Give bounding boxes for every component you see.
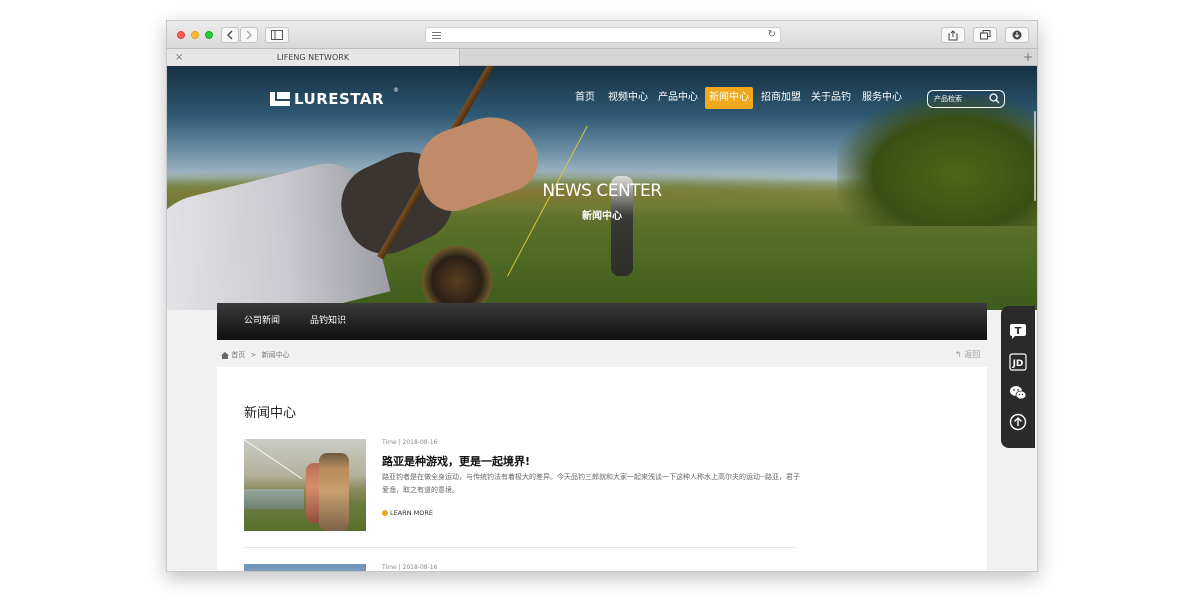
hero-banner: LURESTAR ® 首页 视频中心 产品中心 新闻中心 招商加盟 关于品钓 服…	[167, 66, 1037, 310]
share-button[interactable]	[941, 27, 965, 43]
web-page: LURESTAR ® 首页 视频中心 产品中心 新闻中心 招商加盟 关于品钓 服…	[167, 66, 1037, 571]
search-icon[interactable]	[989, 93, 1000, 104]
browser-tab[interactable]: × LIFENG NETWORK	[167, 49, 460, 66]
news-item: Time | 2018-08-16	[244, 564, 795, 571]
news-divider	[244, 547, 795, 548]
nav-item-news[interactable]: 新闻中心	[705, 87, 753, 109]
tabs-overview-button[interactable]	[973, 27, 997, 43]
news-content: 新闻中心 Time | 2018-08-16 路亚是种游戏，更是一起境界! 路亚…	[217, 367, 987, 571]
hero-title: NEWS CENTER	[542, 181, 662, 201]
breadcrumb-separator: >	[250, 351, 257, 359]
tab-title: LIFENG NETWORK	[276, 53, 350, 62]
address-bar[interactable]: ↻	[425, 27, 781, 43]
hero-reel	[422, 246, 492, 310]
close-window-button[interactable]	[177, 31, 185, 39]
product-search[interactable]: 产品检索	[927, 90, 1005, 108]
search-input[interactable]: 产品检索	[934, 91, 962, 107]
sidebar-toggle-button[interactable]	[265, 27, 289, 43]
browser-toolbar: ↻	[167, 21, 1037, 49]
page-title: 新闻中心	[244, 406, 297, 421]
tmall-icon[interactable]: T	[1009, 322, 1027, 340]
home-icon[interactable]	[221, 351, 229, 359]
hero-subtitle: 新闻中心	[582, 211, 622, 222]
back-arrow-icon: ↰	[955, 350, 962, 359]
jd-icon[interactable]: JD	[1009, 353, 1027, 371]
learn-more-link[interactable]: LEARN MORE	[382, 509, 433, 517]
news-thumbnail[interactable]	[244, 564, 366, 571]
reader-icon[interactable]	[432, 32, 441, 39]
nav-item-franchise[interactable]: 招商加盟	[760, 87, 802, 109]
news-title[interactable]: 路亚是种游戏，更是一起境界!	[382, 453, 530, 469]
download-icon	[1012, 30, 1022, 40]
back-link[interactable]: ↰ 返回	[955, 350, 980, 360]
category-subnav: 公司新闻 品钓知识	[217, 303, 987, 340]
minimize-window-button[interactable]	[191, 31, 199, 39]
back-to-top-icon[interactable]	[1009, 413, 1027, 431]
logo-text: LURESTAR	[294, 90, 385, 108]
back-button[interactable]	[221, 27, 239, 43]
learn-more-label: LEARN MORE	[390, 509, 433, 517]
forward-button[interactable]	[240, 27, 258, 43]
sidebar-icon	[271, 30, 283, 40]
chevron-right-icon	[246, 30, 252, 40]
reload-icon[interactable]: ↻	[768, 29, 776, 40]
tab-bar: × LIFENG NETWORK +	[167, 49, 1037, 66]
nav-item-products[interactable]: 产品中心	[657, 87, 699, 109]
breadcrumb-home[interactable]: 首页	[231, 351, 245, 359]
news-thumbnail[interactable]	[244, 439, 366, 531]
nav-item-about[interactable]: 关于品钓	[810, 87, 852, 109]
nav-item-video[interactable]: 视频中心	[607, 87, 649, 109]
subnav-item-company-news[interactable]: 公司新闻	[244, 303, 280, 340]
logo-mark-icon	[270, 92, 290, 106]
back-label: 返回	[964, 350, 981, 359]
site-logo[interactable]: LURESTAR ®	[270, 87, 400, 108]
logo-registered-mark: ®	[393, 87, 399, 94]
chevron-left-icon	[227, 30, 233, 40]
zoom-window-button[interactable]	[205, 31, 213, 39]
breadcrumb-current: 新闻中心	[261, 351, 290, 359]
nav-item-home[interactable]: 首页	[572, 87, 598, 109]
tmall-icon-label: T	[1015, 326, 1022, 337]
floating-side-toolbar: T JD	[1001, 306, 1035, 448]
news-date: Time | 2018-08-16	[382, 439, 438, 446]
wechat-icon[interactable]	[1009, 384, 1027, 402]
jd-icon-label: JD	[1012, 359, 1024, 369]
browser-window: ↻ × LIFENG NETWORK + LURESTAR ® 首页 视频中心 …	[166, 20, 1038, 572]
subnav-item-fishing-knowledge[interactable]: 品钓知识	[310, 303, 346, 340]
page-scrollbar[interactable]	[1034, 111, 1036, 201]
news-date: Time | 2018-08-16	[382, 564, 438, 571]
tabs-icon	[979, 30, 990, 40]
new-tab-button[interactable]: +	[1023, 49, 1033, 65]
arrow-bullet-icon	[382, 510, 388, 516]
news-item: Time | 2018-08-16 路亚是种游戏，更是一起境界! 路亚钓者是在做…	[244, 439, 800, 531]
news-excerpt: 路亚钓者是在做全身运动，与传统钓法有着极大的差异。今天品钓三郎就和大家一起来浅谈…	[382, 473, 801, 494]
nav-item-service[interactable]: 服务中心	[861, 87, 903, 109]
downloads-button[interactable]	[1005, 27, 1029, 43]
breadcrumb: 首页 > 新闻中心	[221, 350, 293, 360]
share-icon	[948, 30, 958, 41]
